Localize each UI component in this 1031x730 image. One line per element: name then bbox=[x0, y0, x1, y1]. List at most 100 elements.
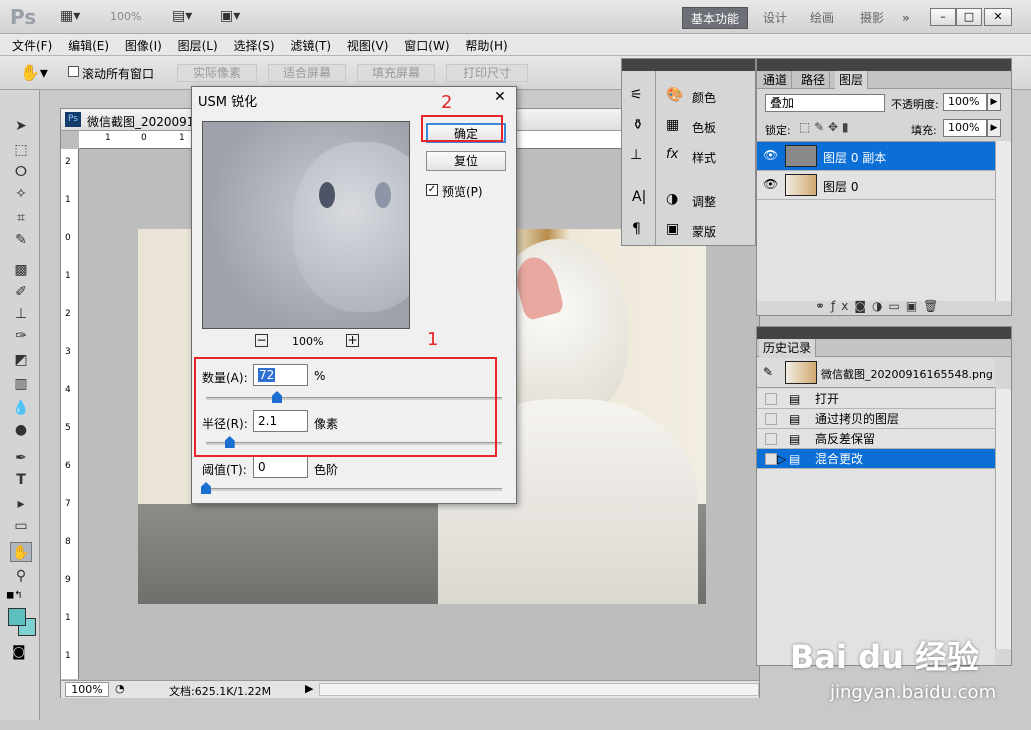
styles-panel-label[interactable]: 样式 bbox=[692, 149, 716, 166]
eyedropper-tool-icon[interactable]: ✎ bbox=[10, 230, 32, 250]
menu-window[interactable]: 窗口(W) bbox=[392, 34, 449, 54]
screen-mode-icon[interactable]: ▣▾ bbox=[220, 8, 240, 26]
opacity-arrow-icon[interactable]: ▶ bbox=[987, 93, 1001, 111]
tab-channels[interactable]: 通道 bbox=[759, 71, 793, 89]
gradient-tool-icon[interactable]: ▥ bbox=[10, 374, 32, 394]
zoom-tool-icon[interactable]: ⚲ bbox=[10, 566, 32, 586]
stamp-tool-icon[interactable]: ⊥ bbox=[10, 304, 32, 324]
styles-panel-icon[interactable]: fx bbox=[666, 147, 678, 162]
clone-source-icon[interactable]: ⚱ bbox=[632, 117, 644, 133]
healing-brush-tool-icon[interactable]: ▩ bbox=[10, 260, 32, 280]
menu-select[interactable]: 选择(S) bbox=[222, 34, 275, 54]
threshold-slider-track[interactable] bbox=[206, 488, 502, 491]
status-info-icon[interactable]: ◔ bbox=[115, 682, 125, 695]
masks-panel-label[interactable]: 蒙版 bbox=[692, 223, 716, 240]
zoom-level[interactable]: 100% bbox=[110, 10, 141, 28]
tab-layers[interactable]: 图层 bbox=[835, 71, 869, 89]
brushes-panel-icon[interactable]: ⚟ bbox=[630, 87, 643, 103]
workspace-painting[interactable]: 绘画 bbox=[802, 7, 842, 29]
crop-tool-icon[interactable]: ⌗ bbox=[10, 208, 32, 228]
history-brush-box[interactable] bbox=[765, 453, 777, 465]
blur-tool-icon[interactable]: 💧 bbox=[10, 398, 32, 418]
eraser-tool-icon[interactable]: ◩ bbox=[10, 350, 32, 370]
layer-actions-icons[interactable]: ⚭ƒx◙◑▭▣🗑 bbox=[815, 299, 944, 313]
visibility-eye-icon[interactable]: 👁 bbox=[763, 177, 778, 191]
swatches-panel-icon[interactable]: ▦ bbox=[666, 117, 679, 133]
lock-icons[interactable]: ⬚ ✎ ✥ ▮ bbox=[799, 120, 849, 134]
arrange-documents-icon[interactable]: ▤▾ bbox=[172, 8, 192, 26]
close-window-button[interactable]: ✕ bbox=[984, 8, 1012, 26]
character-panel-icon[interactable]: A| bbox=[632, 189, 646, 205]
layer-row[interactable]: 👁 图层 0 副本 bbox=[757, 142, 995, 171]
history-brush-tool-icon[interactable]: ✑ bbox=[10, 326, 32, 346]
reset-button[interactable]: 复位 bbox=[426, 151, 506, 171]
preview-pane[interactable] bbox=[202, 121, 410, 329]
history-brush-box[interactable] bbox=[765, 393, 777, 405]
menu-file[interactable]: 文件(F) bbox=[0, 34, 52, 54]
masks-panel-icon[interactable]: ▣ bbox=[666, 221, 679, 237]
menu-view[interactable]: 视图(V) bbox=[335, 34, 389, 54]
fill-screen-button[interactable]: 填充屏幕 bbox=[357, 64, 435, 82]
fit-screen-button[interactable]: 适合屏幕 bbox=[268, 64, 346, 82]
dodge-tool-icon[interactable]: ● bbox=[10, 420, 32, 440]
path-select-tool-icon[interactable]: ▸ bbox=[10, 494, 32, 514]
zoom-out-button[interactable]: − bbox=[255, 334, 268, 347]
preview-checkbox[interactable]: ✓ bbox=[426, 184, 438, 196]
fill-arrow-icon[interactable]: ▶ bbox=[987, 119, 1001, 137]
actual-pixels-button[interactable]: 实际像素 bbox=[177, 64, 257, 82]
swatches-panel-label[interactable]: 色板 bbox=[692, 119, 716, 136]
paragraph-panel-icon[interactable]: ¶ bbox=[632, 221, 641, 237]
blend-mode-select[interactable]: 叠加 bbox=[765, 94, 885, 112]
history-item[interactable]: ▤ 高反差保留 bbox=[757, 429, 995, 449]
history-item[interactable]: ▷ ▤ 混合更改 bbox=[757, 449, 995, 469]
menu-help[interactable]: 帮助(H) bbox=[453, 34, 507, 54]
color-panel-label[interactable]: 颜色 bbox=[692, 89, 716, 106]
lasso-tool-icon[interactable]: ⵔ bbox=[10, 162, 32, 182]
history-snapshot-row[interactable]: ✎ 微信截图_20200916165548.png bbox=[757, 358, 995, 388]
print-size-button[interactable]: 打印尺寸 bbox=[446, 64, 528, 82]
status-arrow-icon[interactable]: ▶ bbox=[305, 682, 313, 695]
threshold-input[interactable]: 0 bbox=[253, 456, 308, 478]
scroll-all-checkbox[interactable] bbox=[68, 66, 79, 77]
workspace-design[interactable]: 设计 bbox=[755, 7, 795, 29]
history-item[interactable]: ▤ 打开 bbox=[757, 389, 995, 409]
layers-scrollbar[interactable] bbox=[995, 141, 1011, 301]
history-brush-box[interactable] bbox=[765, 413, 777, 425]
move-tool-icon[interactable]: ➤ bbox=[10, 116, 32, 136]
history-brush-box[interactable] bbox=[765, 433, 777, 445]
menu-layer[interactable]: 图层(L) bbox=[166, 34, 218, 54]
color-panel-icon[interactable]: 🎨 bbox=[666, 87, 683, 103]
brush-tool-icon[interactable]: ✐ bbox=[10, 282, 32, 302]
quick-mask-icon[interactable]: ◙ bbox=[12, 644, 26, 660]
tab-history[interactable]: 历史记录 bbox=[759, 339, 817, 357]
tool-presets-icon[interactable]: ⊥ bbox=[630, 147, 642, 163]
history-item[interactable]: ▤ 通过拷贝的图层 bbox=[757, 409, 995, 429]
snapshot-brush-icon[interactable]: ✎ bbox=[763, 365, 773, 379]
foreground-color-swatch[interactable] bbox=[8, 608, 26, 626]
marquee-tool-icon[interactable]: ⬚ bbox=[10, 140, 32, 160]
menu-filter[interactable]: 滤镜(T) bbox=[278, 34, 331, 54]
layer-row[interactable]: 👁 图层 0 bbox=[757, 171, 995, 200]
dialog-close-icon[interactable]: ✕ bbox=[494, 89, 506, 105]
menu-edit[interactable]: 编辑(E) bbox=[56, 34, 109, 54]
visibility-eye-icon[interactable]: 👁 bbox=[763, 148, 778, 162]
tab-paths[interactable]: 路径 bbox=[797, 71, 831, 89]
default-colors-icon[interactable]: ◼↰ bbox=[6, 590, 23, 601]
status-zoom[interactable]: 100% bbox=[65, 682, 109, 697]
adjustments-panel-label[interactable]: 调整 bbox=[692, 193, 716, 210]
type-tool-icon[interactable]: T bbox=[10, 470, 32, 490]
adjustments-panel-icon[interactable]: ◑ bbox=[666, 191, 678, 207]
hand-tool-active-icon[interactable]: ✋ bbox=[10, 542, 32, 562]
pen-tool-icon[interactable]: ✒ bbox=[10, 448, 32, 468]
quick-select-tool-icon[interactable]: ✧ bbox=[10, 184, 32, 204]
fill-input[interactable]: 100% bbox=[943, 119, 987, 137]
workspace-more[interactable]: » bbox=[894, 7, 918, 29]
opacity-input[interactable]: 100% bbox=[943, 93, 987, 111]
workspace-photography[interactable]: 摄影 bbox=[852, 7, 892, 29]
horizontal-scrollbar[interactable] bbox=[319, 683, 759, 696]
workspace-essentials[interactable]: 基本功能 bbox=[682, 7, 749, 29]
zoom-in-button[interactable]: + bbox=[346, 334, 359, 347]
history-scrollbar[interactable] bbox=[995, 389, 1011, 649]
history-state-arrow-icon[interactable]: ▷ bbox=[777, 449, 786, 469]
hand-tool-icon[interactable]: ✋▾ bbox=[20, 63, 48, 82]
